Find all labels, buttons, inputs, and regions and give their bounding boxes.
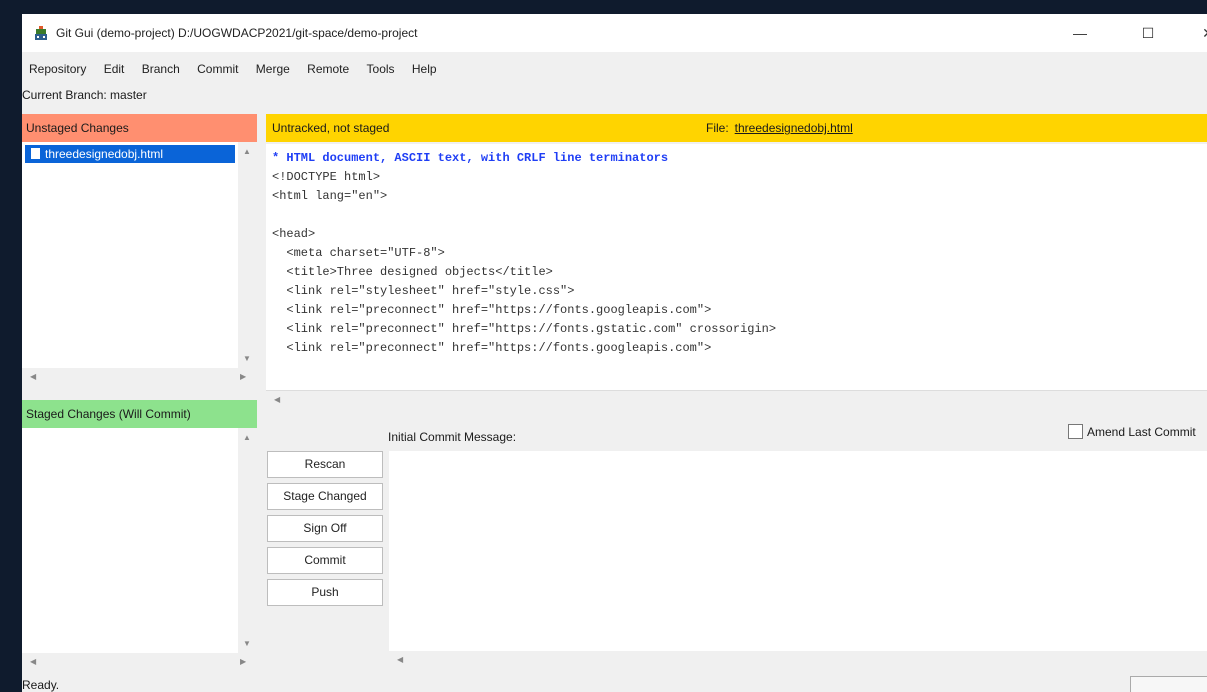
file-icon — [31, 148, 40, 159]
menu-help[interactable]: Help — [405, 58, 444, 80]
close-button[interactable]: ✕ — [1188, 20, 1207, 46]
amend-last-commit-checkbox[interactable]: Amend Last Commit — [1068, 424, 1196, 439]
scroll-left-icon[interactable]: ◀ — [397, 655, 403, 665]
diff-line: <link rel="preconnect" href="https://fon… — [272, 322, 777, 336]
diff-file-name: threedesignedobj.html — [734, 121, 853, 135]
scroll-left-icon[interactable]: ◀ — [30, 657, 36, 667]
diff-line: <!DOCTYPE html> — [272, 170, 381, 184]
git-gui-app-icon — [34, 26, 48, 40]
staged-horizontal-scrollbar[interactable]: ◀ ▶ — [22, 653, 257, 671]
scroll-down-icon[interactable]: ▼ — [243, 639, 251, 649]
scroll-left-icon[interactable]: ◀ — [30, 372, 36, 382]
diff-line: <meta charset="UTF-8"> — [272, 246, 445, 260]
scroll-up-icon[interactable]: ▲ — [243, 433, 251, 443]
push-button[interactable]: Push — [267, 579, 383, 606]
diff-header: Untracked, not staged File: threedesigned… — [266, 114, 1207, 142]
diff-line: <head> — [272, 227, 316, 241]
diff-status: Untracked, not staged — [272, 121, 390, 135]
checkbox-icon[interactable] — [1068, 424, 1083, 439]
diff-horizontal-scrollbar[interactable]: ◀ — [266, 390, 1207, 409]
title-bar: Git Gui (demo-project) D:/UOGWDACP2021/g… — [22, 14, 1207, 52]
stage-changed-button[interactable]: Stage Changed — [267, 483, 383, 510]
menu-repository[interactable]: Repository — [22, 58, 93, 80]
unstaged-file-list[interactable]: threedesignedobj.html — [22, 142, 238, 368]
menu-remote[interactable]: Remote — [300, 58, 356, 80]
sign-off-button[interactable]: Sign Off — [267, 515, 383, 542]
menu-bar: Repository Edit Branch Commit Merge Remo… — [22, 58, 444, 80]
diff-line: <link rel="preconnect" href="https://fon… — [272, 341, 712, 355]
commit-message-input[interactable] — [389, 451, 1207, 651]
menu-commit[interactable]: Commit — [190, 58, 245, 80]
diff-file-indicator: File: threedesignedobj.html — [706, 114, 853, 142]
status-progress-box — [1130, 676, 1207, 692]
maximize-button[interactable]: ☐ — [1128, 20, 1168, 46]
commit-button[interactable]: Commit — [267, 547, 383, 574]
scroll-right-icon[interactable]: ▶ — [240, 657, 246, 667]
amend-label: Amend Last Commit — [1087, 425, 1196, 439]
unstaged-horizontal-scrollbar[interactable]: ◀ ▶ — [22, 368, 257, 386]
unstaged-file-name: threedesignedobj.html — [45, 147, 164, 161]
rescan-button[interactable]: Rescan — [267, 451, 383, 478]
scroll-down-icon[interactable]: ▼ — [243, 354, 251, 364]
scroll-right-icon[interactable]: ▶ — [240, 372, 246, 382]
staged-vertical-scrollbar[interactable]: ▲ ▼ — [239, 428, 255, 653]
commit-message-horizontal-scrollbar[interactable]: ◀ — [389, 651, 1207, 669]
staged-changes-header: Staged Changes (Will Commit) — [22, 400, 257, 428]
diff-code: * HTML document, ASCII text, with CRLF l… — [272, 149, 776, 358]
diff-line: * HTML document, ASCII text, with CRLF l… — [272, 151, 669, 165]
scroll-left-icon[interactable]: ◀ — [274, 395, 280, 405]
current-branch-label: Current Branch: master — [22, 88, 147, 102]
diff-line: <title>Three designed objects</title> — [272, 265, 553, 279]
commit-message-label: Initial Commit Message: — [388, 430, 517, 444]
unstaged-vertical-scrollbar[interactable]: ▲ ▼ — [239, 142, 255, 368]
diff-view[interactable]: * HTML document, ASCII text, with CRLF l… — [266, 144, 1207, 390]
menu-edit[interactable]: Edit — [97, 58, 132, 80]
window-title: Git Gui (demo-project) D:/UOGWDACP2021/g… — [56, 26, 418, 40]
status-bar-text: Ready. — [22, 678, 60, 692]
minimize-button[interactable]: — — [1060, 20, 1100, 46]
git-gui-window: Git Gui (demo-project) D:/UOGWDACP2021/g… — [22, 14, 1207, 692]
diff-line: <link rel="stylesheet" href="style.css"> — [272, 284, 575, 298]
menu-merge[interactable]: Merge — [249, 58, 297, 80]
unstaged-file-item[interactable]: threedesignedobj.html — [25, 145, 235, 163]
diff-line: <html lang="en"> — [272, 189, 388, 203]
diff-file-label: File: — [706, 121, 729, 135]
diff-line: <link rel="preconnect" href="https://fon… — [272, 303, 712, 317]
unstaged-changes-header: Unstaged Changes — [22, 114, 257, 142]
menu-branch[interactable]: Branch — [135, 58, 187, 80]
menu-tools[interactable]: Tools — [360, 58, 402, 80]
staged-file-list[interactable] — [22, 428, 238, 653]
scroll-up-icon[interactable]: ▲ — [243, 147, 251, 157]
